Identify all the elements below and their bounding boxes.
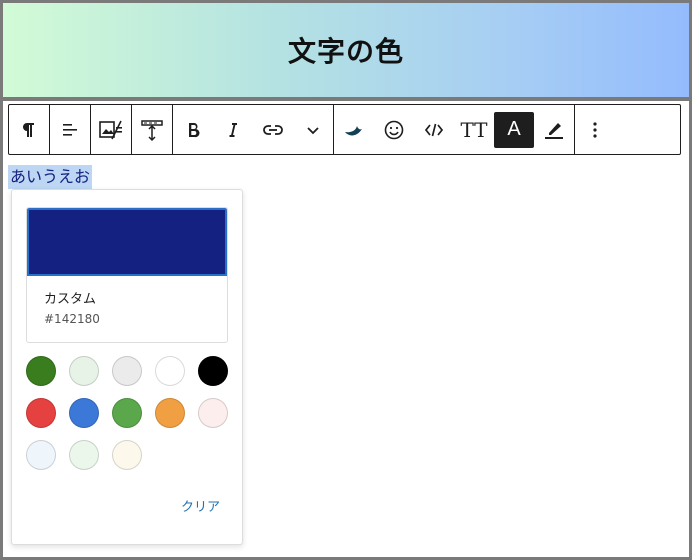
palette-swatch[interactable] [26,398,56,428]
bold-icon [189,122,200,137]
palette-swatch[interactable] [69,398,99,428]
text-size-button[interactable]: TT [454,112,494,148]
palette-swatch[interactable] [198,356,228,386]
palette-row [26,356,232,386]
page-header: 文字の色 [3,3,689,97]
highlight-button[interactable] [534,112,574,148]
height-icon [141,119,163,141]
palette-swatch[interactable] [112,398,142,428]
pilcrow-icon [23,122,34,137]
paragraph-button[interactable] [9,112,49,148]
window-frame: 文字の色 TT A あいうえお カスタム #142180 クリア [0,0,692,560]
toolbar-group-format [173,105,334,154]
more-format-button[interactable] [293,112,333,148]
chevron-down-icon [307,126,319,134]
toolbar-group-media [91,105,132,154]
code-button[interactable] [414,112,454,148]
text-color-button[interactable]: A [494,111,534,148]
editor-canvas: TT A あいうえお カスタム #142180 クリア [3,101,689,557]
emoji-icon [384,120,404,139]
palette-row [26,440,232,470]
media-text-button[interactable] [91,112,131,148]
palette-swatch[interactable] [69,440,99,470]
palette-swatch[interactable] [155,398,185,428]
link-button[interactable] [253,112,293,148]
media-text-icon [99,120,122,139]
text-color-icon: A [507,118,521,140]
custom-plugin-icon [345,125,362,135]
height-button[interactable] [132,112,172,148]
text-size-icon: TT [460,117,488,142]
clear-button[interactable]: クリア [181,496,220,515]
color-picker-popover: カスタム #142180 クリア [11,189,243,545]
color-name: カスタム [44,292,97,307]
palette-swatch[interactable] [155,356,185,386]
custom-plugin-button[interactable] [334,112,374,148]
bold-button[interactable] [173,112,213,148]
toolbar-group-height [132,105,173,154]
palette-swatch[interactable] [112,356,142,386]
toolbar-group-block-type [9,105,50,154]
palette-swatch[interactable] [26,356,56,386]
palette-swatch[interactable] [26,440,56,470]
options-button[interactable] [575,112,615,148]
color-palette [26,356,232,482]
highlighter-icon [545,122,563,139]
color-hex: #142180 [44,312,100,326]
page-title: 文字の色 [287,35,404,68]
palette-swatch[interactable] [112,440,142,470]
toolbar-group-align [50,105,91,154]
palette-swatch[interactable] [69,356,99,386]
selected-text[interactable]: あいうえお [8,165,93,189]
toolbar-group-extras: TT A [334,105,575,154]
toolbar-group-options [575,105,615,154]
current-color-swatch[interactable] [27,208,227,276]
current-color-card[interactable]: カスタム #142180 [26,207,228,343]
link-icon [263,124,283,135]
emoji-button[interactable] [374,112,414,148]
italic-icon [229,122,237,137]
palette-swatch[interactable] [198,398,228,428]
align-button[interactable] [50,112,90,148]
italic-button[interactable] [213,112,253,148]
palette-row [26,398,232,428]
align-icon [63,123,77,136]
code-icon [424,123,444,136]
more-options-icon [593,121,597,138]
block-toolbar: TT A [8,104,681,155]
